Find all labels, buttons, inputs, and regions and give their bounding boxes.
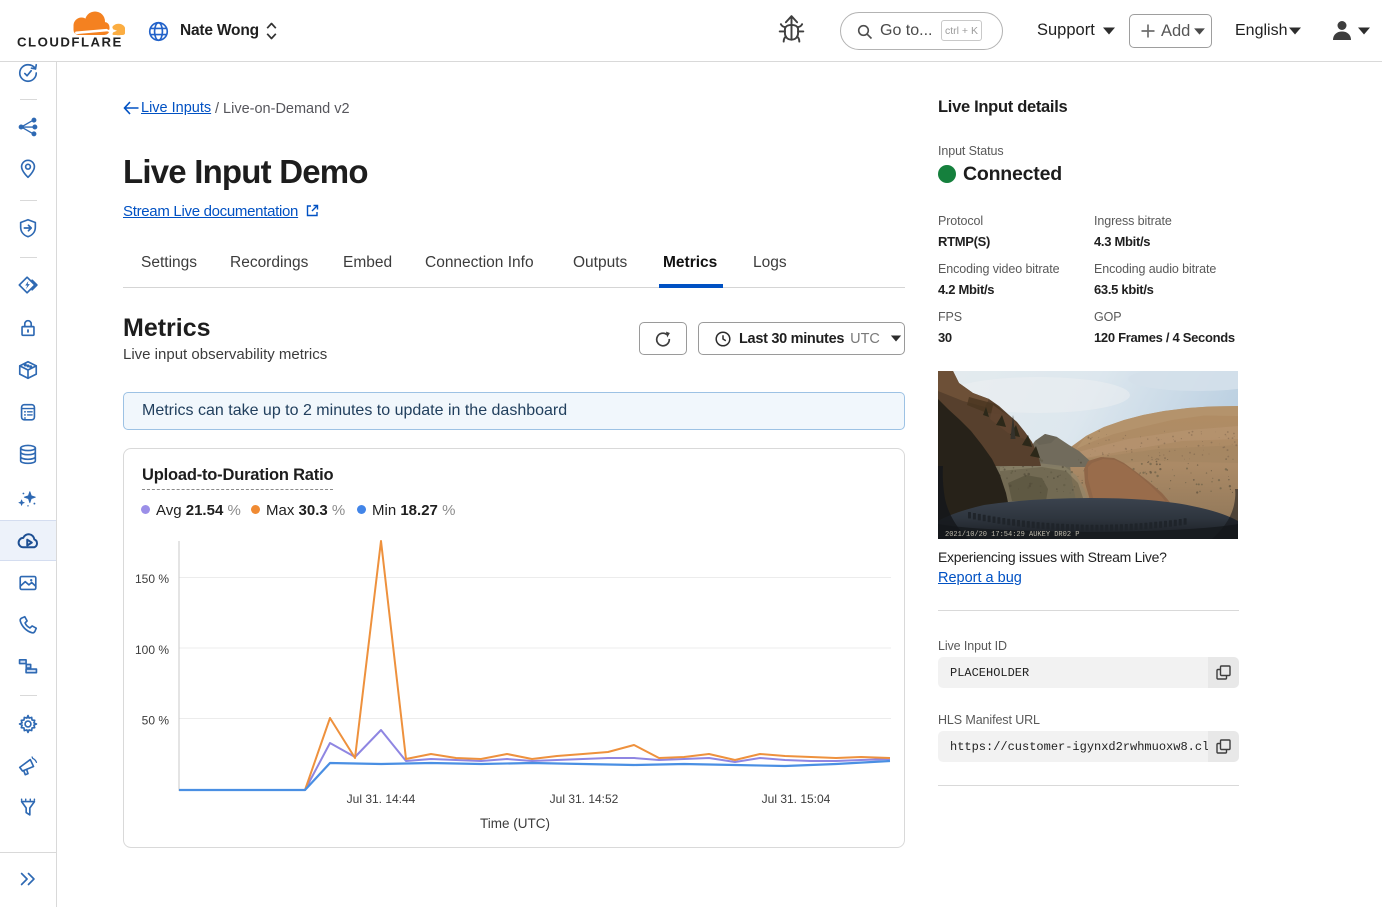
svg-text:150 %: 150 %: [135, 572, 169, 586]
svg-text:CLOUDFLARE: CLOUDFLARE: [17, 35, 123, 49]
svg-text:100 %: 100 %: [135, 643, 169, 657]
svg-text:2021/10/20 17:54:29 AUKEY DR02: 2021/10/20 17:54:29 AUKEY DR02 P: [945, 531, 1079, 539]
svg-text:Jul 31, 15:04: Jul 31, 15:04: [762, 792, 831, 803]
svg-text:50 %: 50 %: [142, 714, 170, 728]
svg-text:Jul 31, 14:52: Jul 31, 14:52: [550, 792, 619, 803]
svg-text:Jul 31, 14:44: Jul 31, 14:44: [347, 792, 416, 803]
